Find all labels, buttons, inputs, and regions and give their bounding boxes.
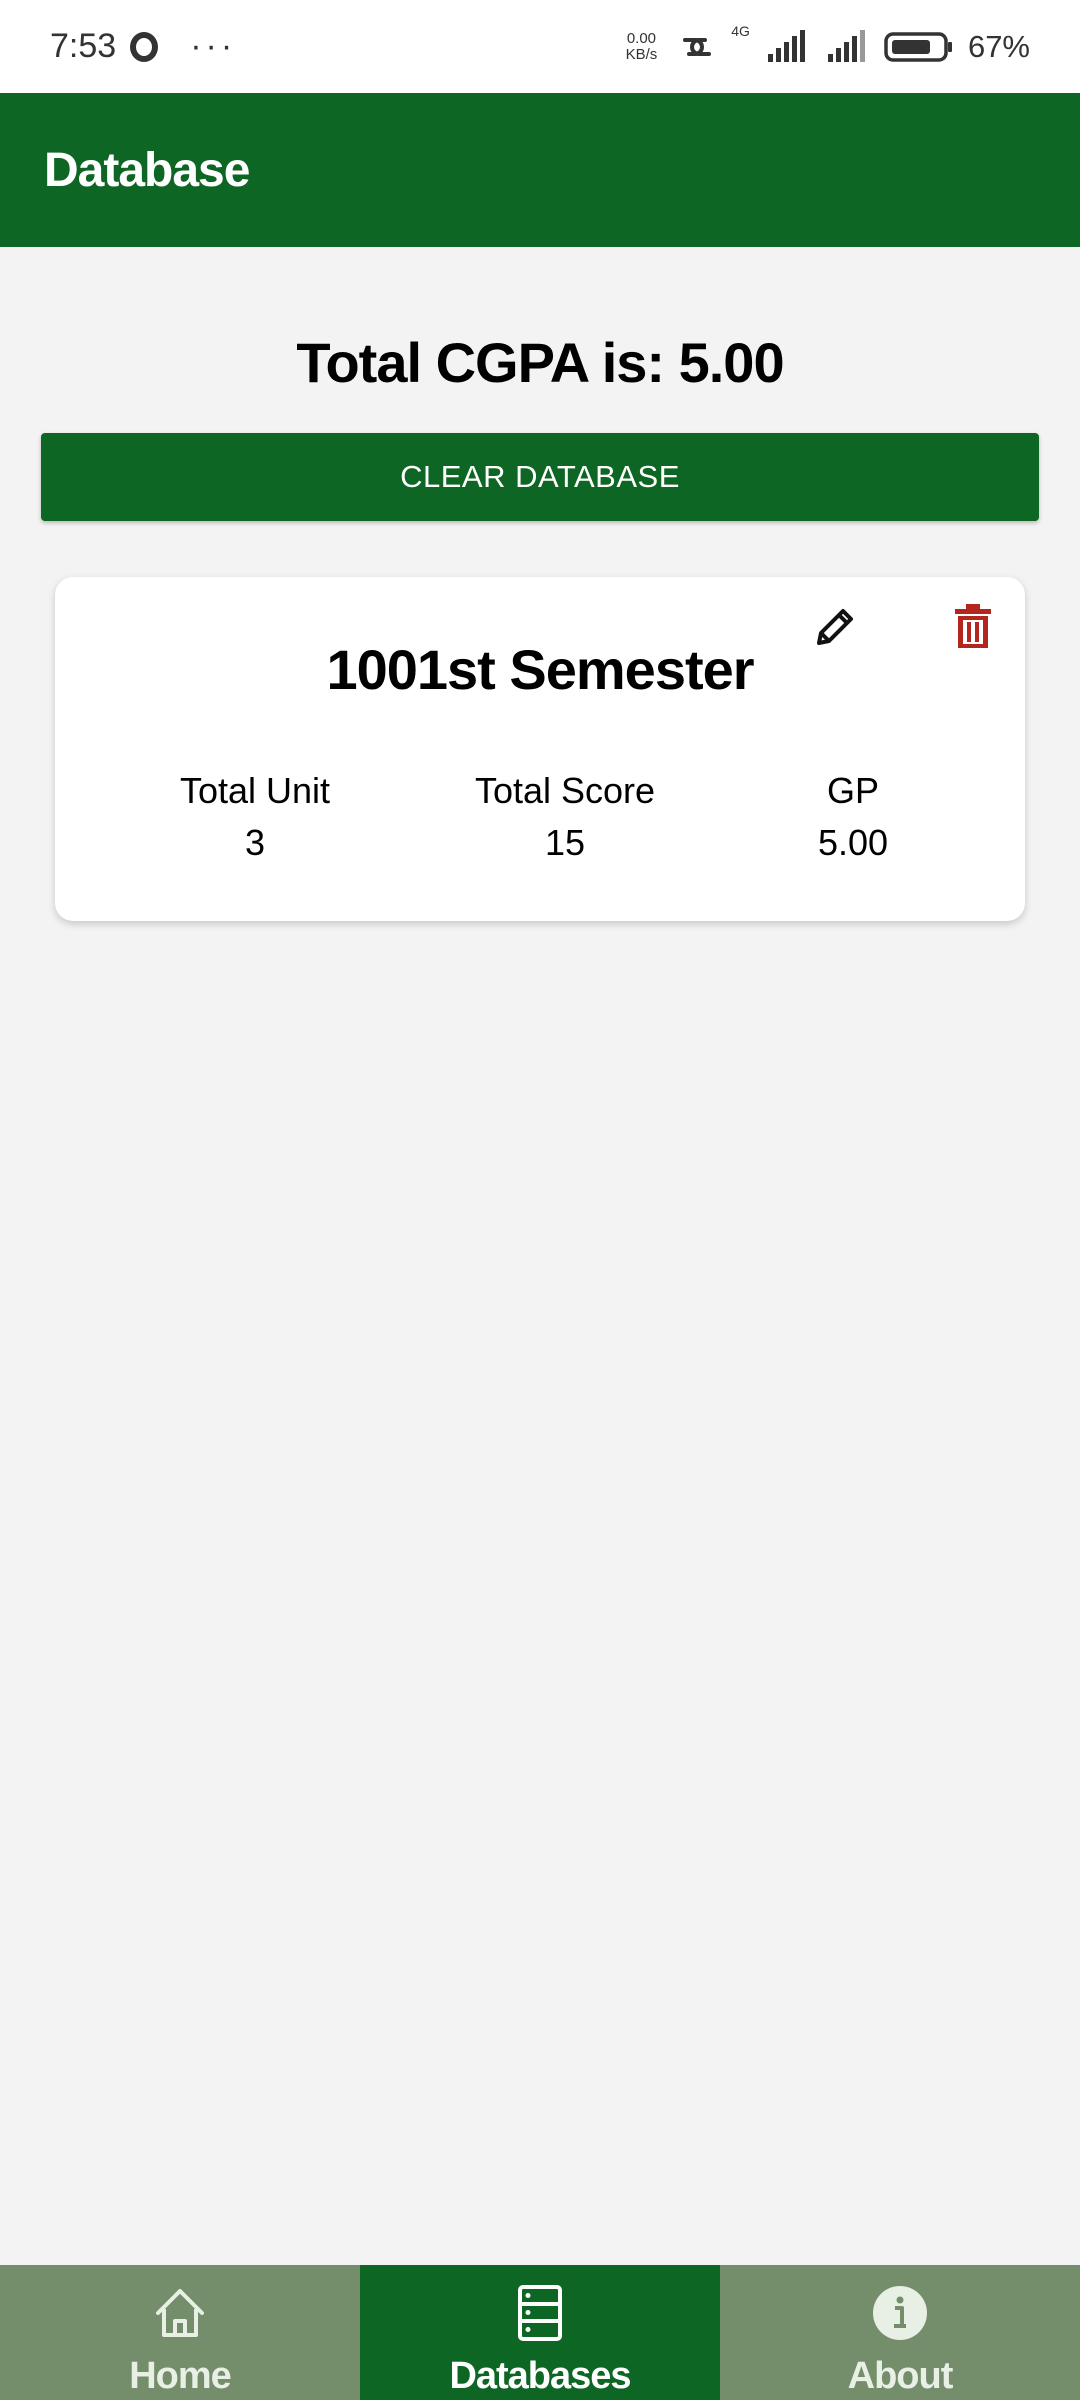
status-right: 0.00 KB/s 4G 67% xyxy=(625,23,1030,65)
total-score-label: Total Score xyxy=(474,770,656,811)
semester-title: 1001st Semester xyxy=(326,638,754,701)
gp-value: 5.00 xyxy=(817,822,889,863)
nav-item-home[interactable]: Home xyxy=(0,2265,360,2400)
gp-stat: GP 5.00 xyxy=(723,765,983,869)
signal-icon-2 xyxy=(827,29,865,62)
network-speed: 0.00 KB/s xyxy=(625,29,658,63)
status-bar: 7:53 ··· 0.00 KB/s 4G 67% xyxy=(0,0,1080,93)
database-icon xyxy=(508,2281,572,2345)
total-unit-label: Total Unit xyxy=(179,770,331,811)
nav-label-home: Home xyxy=(129,2355,232,2397)
app-bar: Database xyxy=(0,93,1080,247)
total-score-value: 15 xyxy=(544,822,586,863)
nav-label-about: About xyxy=(847,2355,954,2397)
total-unit-value: 3 xyxy=(244,822,266,863)
network-speed-unit: KB/s xyxy=(625,45,658,63)
signal-icon-1 xyxy=(767,29,805,62)
edit-button[interactable] xyxy=(803,595,867,659)
home-icon xyxy=(148,2281,212,2345)
pencil-icon xyxy=(817,609,853,645)
gp-label: GP xyxy=(826,770,879,811)
hotspot-link-icon xyxy=(683,37,712,56)
nav-item-about[interactable]: About xyxy=(720,2265,1080,2400)
total-unit-stat: Total Unit 3 xyxy=(115,765,395,869)
nav-label-databases: Databases xyxy=(449,2355,631,2397)
total-score-stat: Total Score 15 xyxy=(425,765,705,869)
semester-card[interactable]: 1001st Semester Total Unit 3 Total Score… xyxy=(55,577,1025,921)
trash-icon xyxy=(955,604,991,648)
status-left: 7:53 ··· xyxy=(50,27,236,66)
total-cgpa: Total CGPA is: 5.00 xyxy=(296,331,784,394)
network-type: 4G xyxy=(731,22,750,39)
opera-icon xyxy=(130,31,159,62)
clear-database-button[interactable]: CLEAR DATABASE xyxy=(41,433,1039,521)
battery-percent: 67% xyxy=(967,28,1030,64)
info-icon xyxy=(868,2281,932,2345)
network-speed-value: 0.00 xyxy=(626,29,657,47)
more-notifications-icon: ··· xyxy=(190,27,237,65)
status-time: 7:53 xyxy=(50,27,117,65)
page-title: Database xyxy=(44,143,250,197)
nav-item-databases[interactable]: Databases xyxy=(360,2265,720,2400)
bottom-navigation: Home Databases About xyxy=(0,2265,1080,2400)
delete-button[interactable] xyxy=(941,595,1005,659)
battery-icon xyxy=(884,31,952,62)
